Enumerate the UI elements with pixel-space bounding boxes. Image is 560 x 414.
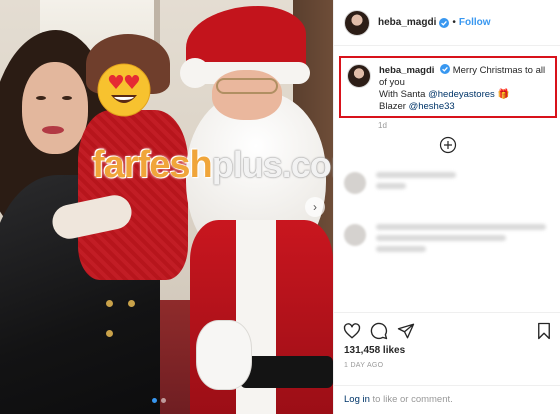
santa-pompom (180, 58, 210, 88)
santa-glasses (216, 78, 278, 94)
woman-face (22, 62, 88, 154)
blurred-line (376, 235, 506, 241)
share-button[interactable] (396, 321, 416, 341)
child-sweater (78, 110, 188, 280)
like-button[interactable] (342, 321, 362, 341)
post-date[interactable]: 1 DAY AGO (344, 362, 383, 369)
caption-text: heba_magdi Merry Christmas to all of you… (379, 64, 551, 113)
comment-button[interactable] (369, 321, 389, 341)
comment-icon (370, 322, 388, 340)
header-username[interactable]: heba_magdi (378, 17, 436, 28)
carousel-dot (152, 398, 157, 403)
caption-highlight-box: heba_magdi Merry Christmas to all of you… (339, 56, 557, 118)
verified-badge-icon (439, 17, 450, 28)
mention-link[interactable]: @hedeyastores (428, 89, 495, 100)
blurred-line (376, 246, 426, 252)
post-actions: 131,458 likes 1 DAY AGO Log in to like o… (334, 312, 560, 414)
plus-circle-icon (439, 136, 457, 154)
woman-eye (62, 96, 72, 100)
jacket-button (106, 300, 113, 307)
chevron-right-icon: › (313, 200, 317, 214)
heart-icon (343, 323, 361, 339)
caption-line-2-prefix: With Santa (379, 89, 426, 100)
santa-glove (196, 320, 252, 390)
blurred-line (376, 183, 406, 189)
caption-avatar[interactable] (347, 64, 371, 88)
blurred-text (376, 224, 546, 252)
next-photo-button[interactable]: › (305, 197, 325, 217)
watermark-suffix: plus.com (211, 144, 333, 185)
verified-badge-icon (440, 64, 451, 74)
watermark: farfesh plus.com (92, 144, 333, 190)
share-icon (397, 323, 415, 339)
post-photo: farfesh plus.com › (0, 0, 333, 414)
watermark-main: farfesh (92, 144, 213, 186)
login-prompt: Log in to like or comment. (334, 385, 560, 414)
post-side-panel: heba_magdi • Follow heba_magdi Merry Chr… (333, 0, 560, 414)
heart-eyes-emoji-icon (96, 62, 152, 118)
likes-count[interactable]: 131,458 likes (344, 345, 405, 356)
save-icon (538, 322, 550, 340)
caption-username[interactable]: heba_magdi (379, 65, 434, 76)
carousel-dot (161, 398, 166, 403)
header-separator: • (452, 17, 456, 28)
avatar[interactable] (344, 9, 370, 36)
save-button[interactable] (534, 321, 554, 341)
caption-line-3-prefix: Blazer (379, 101, 406, 112)
blurred-text (376, 172, 456, 194)
post-header: heba_magdi • Follow (334, 0, 560, 46)
blurred-line (376, 224, 546, 230)
jacket-button (106, 330, 113, 337)
woman-lips (42, 126, 64, 134)
blurred-line (376, 172, 456, 178)
mention-link[interactable]: @heshe33 (409, 101, 455, 112)
blurred-comment (344, 172, 456, 194)
load-more-comments-button[interactable] (438, 135, 458, 155)
carousel-dots (152, 398, 166, 403)
login-link[interactable]: Log in (344, 394, 370, 405)
jacket-button (128, 300, 135, 307)
gift-emoji-icon: 🎁 (497, 89, 510, 100)
blurred-avatar (344, 172, 366, 194)
follow-button[interactable]: Follow (459, 17, 491, 28)
caption-row: heba_magdi Merry Christmas to all of you… (347, 64, 553, 113)
santa-belt (240, 356, 333, 388)
caption-timestamp[interactable]: 1d (378, 121, 387, 130)
woman-eye (36, 96, 46, 100)
login-prompt-text: to like or comment. (372, 394, 453, 405)
blurred-avatar (344, 224, 366, 246)
blurred-comment (344, 224, 546, 252)
